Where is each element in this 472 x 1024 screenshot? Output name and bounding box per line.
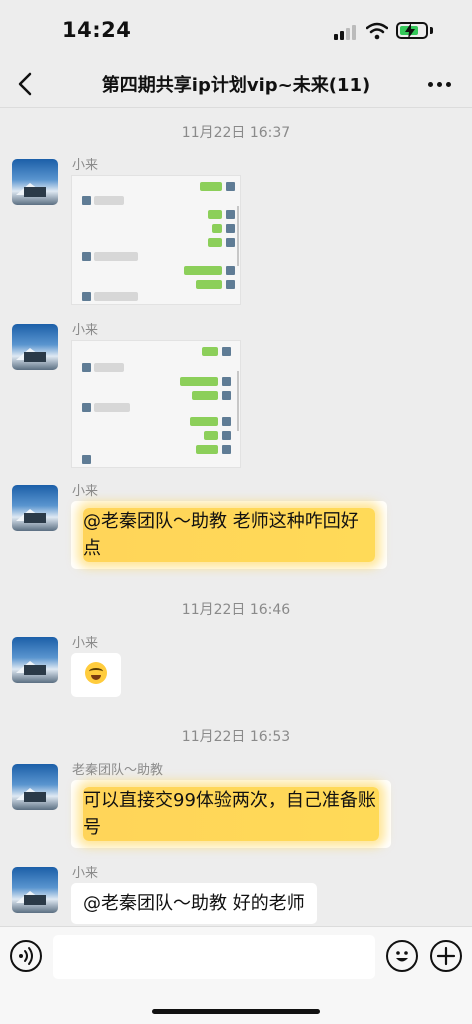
avatar[interactable] (12, 867, 58, 913)
message-item: 小来 (12, 636, 460, 699)
text-bubble[interactable]: 可以直接交99体验两次，自己准备账号 (71, 780, 391, 848)
timestamp: 11月22日 16:53 (181, 729, 291, 745)
message-item: 小来 (12, 158, 460, 305)
voice-icon[interactable] (10, 940, 42, 972)
avatar[interactable] (12, 764, 58, 810)
sender-name: 小来 (72, 484, 99, 499)
image-message[interactable] (71, 340, 241, 468)
chat-header: 第四期共享ip计划vip~未来(11) (0, 60, 472, 108)
more-dots-icon[interactable] (428, 72, 452, 96)
sender-name: 小来 (72, 158, 99, 173)
sender-name: 小来 (72, 636, 99, 651)
chat-messages[interactable]: 11月22日 16:37 小来 小来 小来 @老秦团队～助教 老师这种咋回好点 … (0, 108, 472, 926)
message-text: 可以直接交99体验两次，自己准备账号 (83, 787, 379, 841)
chat-title: 第四期共享ip计划vip~未来(11) (101, 75, 371, 96)
avatar[interactable] (12, 159, 58, 205)
battery-cap (430, 27, 433, 34)
charging-bolt-icon (405, 23, 415, 39)
avatar[interactable] (12, 324, 58, 370)
status-time: 14:24 (62, 18, 132, 42)
plus-icon[interactable] (430, 940, 462, 972)
avatar[interactable] (12, 485, 58, 531)
message-text: @老秦团队～助教 老师这种咋回好点 (83, 508, 375, 562)
crying-laughing-emoji-icon (85, 662, 107, 684)
emoji-bubble[interactable] (71, 653, 121, 697)
timestamp: 11月22日 16:37 (181, 125, 291, 141)
message-item: 小来 @老秦团队～助教 老师这种咋回好点 (12, 484, 460, 575)
chevron-left-icon[interactable] (12, 68, 40, 100)
message-item: 小来 @老秦团队～助教 好的老师 (12, 866, 460, 926)
message-text: @老秦团队～助教 好的老师 (83, 893, 305, 914)
timestamp: 11月22日 16:46 (181, 602, 291, 618)
status-bar: 14:24 (0, 0, 472, 60)
home-indicator[interactable] (152, 1009, 320, 1014)
smile-icon[interactable] (386, 940, 418, 972)
wifi-icon (366, 22, 388, 40)
avatar[interactable] (12, 637, 58, 683)
text-bubble[interactable]: @老秦团队～助教 好的老师 (71, 883, 317, 924)
message-item: 小来 (12, 323, 460, 470)
sender-name: 老秦团队～助教 (72, 763, 164, 778)
message-item: 老秦团队～助教 可以直接交99体验两次，自己准备账号 (12, 763, 460, 854)
message-input[interactable] (53, 935, 375, 979)
image-message[interactable] (71, 175, 241, 305)
signal-icon (334, 24, 358, 40)
sender-name: 小来 (72, 866, 99, 881)
text-bubble[interactable]: @老秦团队～助教 老师这种咋回好点 (71, 501, 387, 569)
sender-name: 小来 (72, 323, 99, 338)
